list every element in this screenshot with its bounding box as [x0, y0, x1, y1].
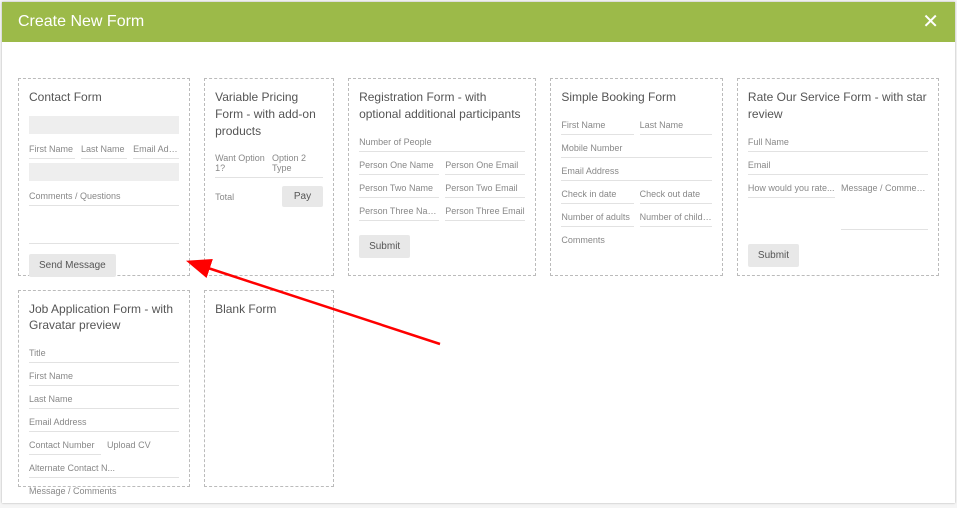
field-upload: Upload CV — [107, 436, 179, 455]
field-last-name: Last Name — [29, 390, 179, 409]
field-checkin: Check in date — [561, 185, 633, 204]
field-p3-email: Person Three Email — [445, 202, 525, 221]
field-rating: How would you rate... — [748, 179, 835, 198]
submit-button[interactable]: Submit — [359, 235, 410, 258]
send-message-button[interactable]: Send Message — [29, 254, 116, 277]
field-alt-contact: Alternate Contact N... — [29, 459, 179, 478]
field-comments: Comments — [561, 231, 712, 249]
template-booking-form[interactable]: Simple Booking Form First Name Last Name… — [550, 78, 723, 276]
template-variable-pricing[interactable]: Variable Pricing Form - with add-on prod… — [204, 78, 334, 276]
comments-area — [29, 212, 179, 244]
template-registration-form[interactable]: Registration Form - with optional additi… — [348, 78, 536, 276]
field-placeholder — [29, 116, 179, 134]
card-title: Contact Form — [29, 89, 179, 106]
modal-title: Create New Form — [18, 13, 144, 31]
card-title: Variable Pricing Form - with add-on prod… — [215, 89, 323, 139]
field-email: Email Addr... — [133, 140, 179, 159]
field-num-people: Number of People — [359, 133, 525, 152]
field-message: Message / Comments — [29, 482, 179, 500]
field-checkout: Check out date — [640, 185, 712, 204]
field-comments: Comments / Questions — [29, 187, 179, 206]
field-first-name: First Name — [29, 140, 75, 159]
field-email: Email — [748, 156, 928, 175]
field-adults: Number of adults — [561, 208, 633, 227]
card-title: Rate Our Service Form - with star review — [748, 89, 928, 123]
pay-button[interactable]: Pay — [282, 186, 323, 207]
field-mobile: Mobile Number — [561, 139, 712, 158]
card-title: Simple Booking Form — [561, 89, 712, 106]
option2-label: Option 2 Type — [272, 153, 323, 173]
field-p1-email: Person One Email — [445, 156, 525, 175]
card-title: Blank Form — [215, 301, 323, 318]
modal-header: Create New Form ✕ — [2, 2, 955, 42]
template-blank-form[interactable]: Blank Form — [204, 290, 334, 488]
card-title: Registration Form - with optional additi… — [359, 89, 525, 123]
field-placeholder — [29, 163, 179, 181]
field-p3-name: Person Three Name — [359, 202, 439, 221]
field-message: Message / Comments — [841, 179, 928, 198]
field-last-name: Last Name — [81, 140, 127, 159]
create-form-modal: Create New Form ✕ Contact Form First Nam… — [2, 2, 955, 503]
field-p1-name: Person One Name — [359, 156, 439, 175]
field-title: Title — [29, 344, 179, 363]
option1-label: Want Option 1? — [215, 153, 272, 173]
close-icon[interactable]: ✕ — [922, 12, 939, 32]
field-email: Email Address — [561, 162, 712, 181]
submit-button[interactable]: Submit — [748, 244, 799, 267]
field-p2-name: Person Two Name — [359, 179, 439, 198]
template-contact-form[interactable]: Contact Form First Name Last Name Email … — [18, 78, 190, 276]
field-last-name: Last Name — [640, 116, 712, 135]
field-full-name: Full Name — [748, 133, 928, 152]
field-contact: Contact Number — [29, 436, 101, 455]
field-p2-email: Person Two Email — [445, 179, 525, 198]
field-first-name: First Name — [561, 116, 633, 135]
total-label: Total — [215, 192, 234, 202]
template-rate-service[interactable]: Rate Our Service Form - with star review… — [737, 78, 939, 276]
field-email: Email Address — [29, 413, 179, 432]
field-children: Number of children — [640, 208, 712, 227]
message-area — [841, 202, 928, 230]
templates-grid: Contact Form First Name Last Name Email … — [2, 42, 955, 503]
template-job-application[interactable]: Job Application Form - with Gravatar pre… — [18, 290, 190, 488]
card-title: Job Application Form - with Gravatar pre… — [29, 301, 179, 335]
field-first-name: First Name — [29, 367, 179, 386]
